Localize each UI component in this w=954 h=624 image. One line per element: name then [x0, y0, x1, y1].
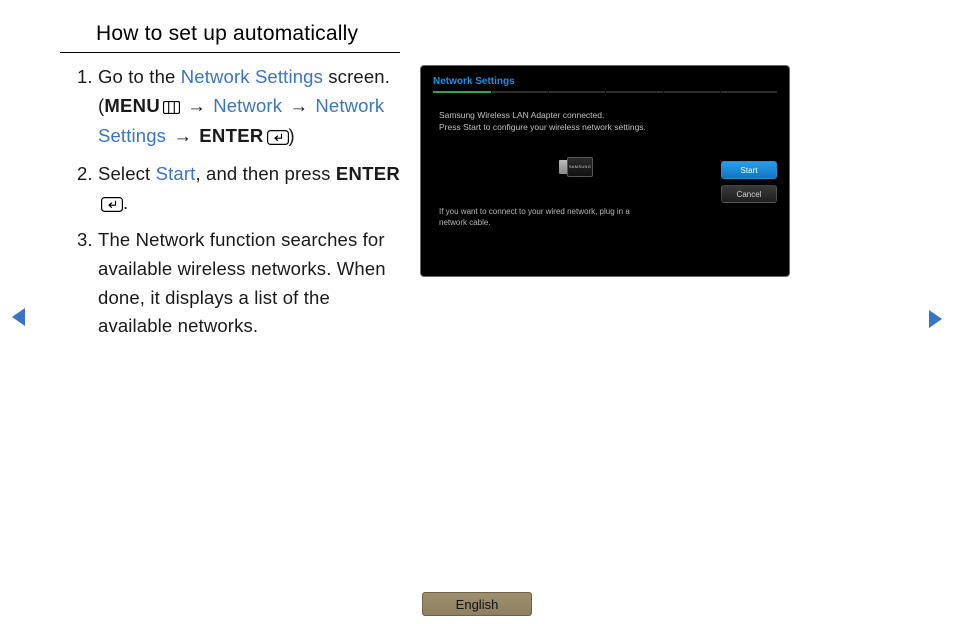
note-line: network cable.: [439, 217, 713, 229]
tab-inactive: [720, 91, 777, 93]
start-button[interactable]: Start: [721, 161, 777, 179]
adapter-plug: [559, 160, 567, 174]
screenshot-tabline: [433, 91, 777, 93]
text: .: [123, 192, 128, 213]
screenshot-main: Samsung Wireless LAN Adapter connected. …: [433, 109, 713, 229]
tab-active: [433, 91, 491, 93]
next-page-button[interactable]: [926, 306, 944, 330]
instructions-column: Go to the Network Settings screen. (MENU…: [60, 63, 400, 347]
tab-inactive: [548, 91, 605, 93]
page-title: How to set up automatically: [60, 22, 400, 53]
prev-page-button[interactable]: [10, 306, 350, 328]
enter-icon: [267, 125, 289, 154]
link-network: Network: [213, 95, 282, 116]
tab-inactive: [605, 91, 662, 93]
adapter-body: SAMSUNG: [567, 157, 593, 177]
enter-icon: [101, 192, 123, 221]
content-row: Go to the Network Settings screen. (MENU…: [60, 63, 894, 347]
text: ): [289, 125, 295, 146]
screenshot-note: If you want to connect to your wired net…: [439, 206, 713, 229]
menu-label: MENU: [104, 95, 160, 116]
cancel-button[interactable]: Cancel: [721, 185, 777, 203]
text: Go to the: [98, 66, 181, 87]
text: Select: [98, 163, 156, 184]
arrow-icon: →: [173, 122, 192, 151]
menu-icon: [163, 94, 180, 123]
adapter-icon: SAMSUNG: [559, 156, 593, 178]
arrow-icon: →: [187, 92, 206, 121]
note-line: If you want to connect to your wired net…: [439, 206, 713, 218]
screenshot-body: Samsung Wireless LAN Adapter connected. …: [433, 109, 777, 229]
steps-list: Go to the Network Settings screen. (MENU…: [60, 63, 400, 341]
link-start: Start: [156, 163, 196, 184]
msg-line: Press Start to configure your wireless n…: [439, 121, 713, 133]
enter-label: ENTER: [199, 125, 263, 146]
tab-inactive: [491, 91, 548, 93]
language-tab[interactable]: English: [422, 592, 532, 616]
step-1: Go to the Network Settings screen. (MENU…: [98, 63, 400, 154]
step-2: Select Start, and then press ENTER.: [98, 160, 400, 220]
screenshot-title: Network Settings: [433, 76, 777, 87]
tab-inactive: [663, 91, 720, 93]
tv-screenshot: Network Settings Samsung Wireless LAN Ad…: [420, 65, 790, 277]
screenshot-column: Network Settings Samsung Wireless LAN Ad…: [420, 63, 894, 347]
text: , and then press: [195, 163, 335, 184]
arrow-icon: →: [289, 92, 308, 121]
screenshot-message: Samsung Wireless LAN Adapter connected. …: [439, 109, 713, 134]
link-network-settings: Network Settings: [181, 66, 323, 87]
enter-label: ENTER: [336, 163, 400, 184]
msg-line: Samsung Wireless LAN Adapter connected.: [439, 109, 713, 121]
screenshot-side-buttons: Start Cancel: [721, 109, 777, 229]
adapter-brand: SAMSUNG: [569, 164, 591, 169]
